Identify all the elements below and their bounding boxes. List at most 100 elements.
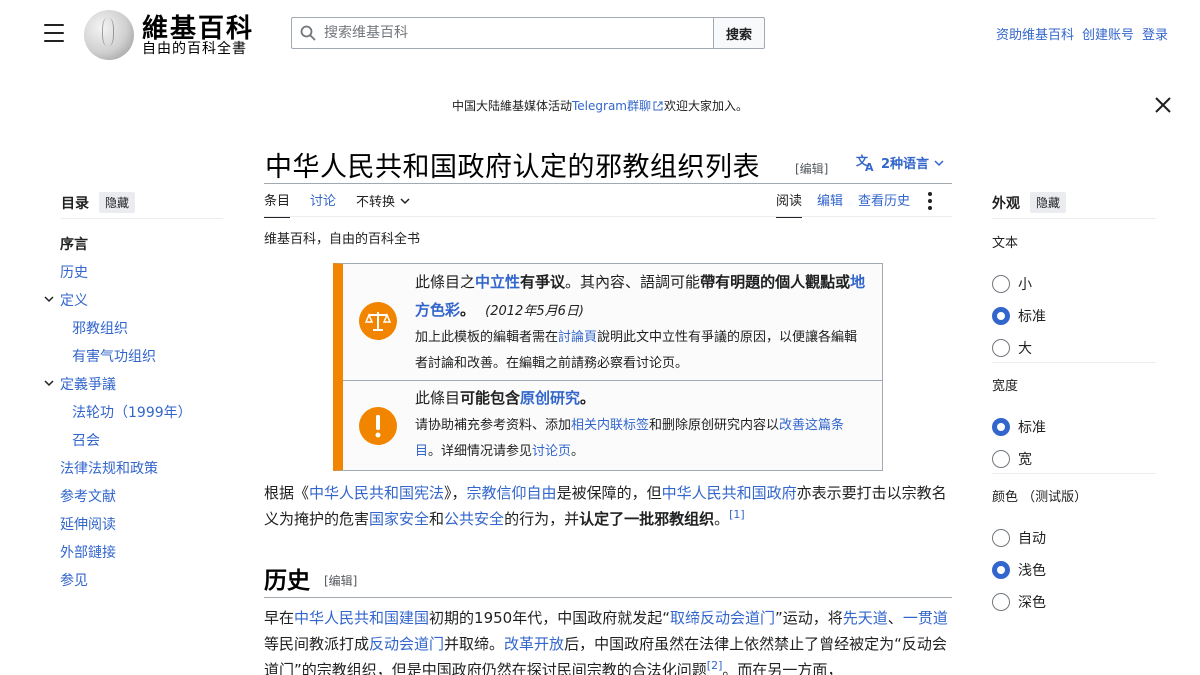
title-divider <box>264 183 952 184</box>
toc-item[interactable]: 参见 <box>44 566 234 594</box>
section-edit-link[interactable]: [编辑] <box>324 572 357 589</box>
title-edit-link[interactable]: [编辑] <box>795 160 828 177</box>
toc-item[interactable]: 邪教组织 <box>44 314 234 342</box>
search-box[interactable] <box>291 17 714 49</box>
radio-button[interactable] <box>992 561 1010 579</box>
main-menu-button[interactable] <box>44 24 64 42</box>
scales-icon <box>359 302 397 340</box>
reference-link[interactable]: [1] <box>729 508 745 521</box>
login-link[interactable]: 登录 <box>1142 24 1168 43</box>
radio-option[interactable]: 自动 <box>992 522 1046 554</box>
chevron-down-icon[interactable] <box>44 378 54 388</box>
tab-edit[interactable]: 编辑 <box>817 190 843 216</box>
body-text: 。 <box>714 510 730 528</box>
notice-text: 。其內容、語調可能 <box>565 273 701 291</box>
translate-icon: 文 A <box>856 154 874 172</box>
toc-item[interactable]: 延伸阅读 <box>44 510 234 538</box>
close-icon[interactable] <box>1153 95 1173 115</box>
talk-page-link[interactable]: 討論頁 <box>558 330 597 345</box>
radio-button[interactable] <box>992 339 1010 357</box>
yiguandao-link[interactable]: 一贯道 <box>903 609 948 627</box>
original-research-text: 此條目可能包含原创研究。 请协助補充参考资料、添加相关内联标签和删除原创研究内容… <box>415 385 870 465</box>
reactionary-sects-link[interactable]: 反动会道门 <box>369 635 444 653</box>
chevron-down-icon[interactable] <box>44 294 54 304</box>
appearance-separator <box>992 362 1156 363</box>
search-button[interactable]: 搜索 <box>713 17 765 49</box>
talk-page-link[interactable]: 讨论页 <box>532 444 571 459</box>
national-security-link[interactable]: 国家安全 <box>369 510 429 528</box>
toc-item[interactable]: 定义 <box>44 286 234 314</box>
donate-link[interactable]: 资助维基百科 <box>996 24 1074 43</box>
site-notice-banner: 中国大陆維基媒体活动Telegram群聊 欢迎大家加入。 <box>0 97 1200 114</box>
toc-item[interactable]: 法律法规和政策 <box>44 454 234 482</box>
notice-small: 。详细情况请参见 <box>428 444 533 459</box>
toc-hide-button[interactable]: 隐藏 <box>99 192 136 213</box>
message-box: 此條目之中立性有爭议。其內容、語調可能帶有明題的個人觀點或地方色彩。 (2012… <box>333 263 883 471</box>
tab-article[interactable]: 条目 <box>264 190 291 218</box>
reference-link[interactable]: [2] <box>707 659 723 672</box>
notice-small: 加上此模板的編輯者需在 <box>415 330 559 345</box>
text-size-label: 文本 <box>992 236 1019 251</box>
variant-dropdown[interactable]: 不转换 <box>356 190 410 218</box>
body-text: ”运动，将 <box>775 609 843 627</box>
search-input[interactable] <box>324 25 694 41</box>
toc-header: 目录 隐藏 <box>61 192 136 213</box>
religious-freedom-link[interactable]: 宗教信仰自由 <box>467 484 557 502</box>
neutrality-link[interactable]: 中立性 <box>475 273 520 291</box>
radio-option[interactable]: 深色 <box>992 586 1046 618</box>
radio-option[interactable]: 大 <box>992 332 1046 364</box>
radio-button[interactable] <box>992 275 1010 293</box>
tab-talk[interactable]: 讨论 <box>310 190 336 218</box>
constitution-link[interactable]: 中华人民共和国宪法 <box>309 484 444 502</box>
radio-label: 浅色 <box>1018 563 1046 579</box>
radio-option[interactable]: 标准 <box>992 300 1046 332</box>
toc-item-label: 召会 <box>72 433 100 449</box>
radio-option[interactable]: 浅色 <box>992 554 1046 586</box>
toc-item[interactable]: 序言 <box>44 230 234 258</box>
xiantiandao-link[interactable]: 先天道 <box>843 609 888 627</box>
reform-opening-link[interactable]: 改革开放 <box>504 635 564 653</box>
banner-telegram-link[interactable]: Telegram群聊 <box>572 99 651 113</box>
inline-tags-link[interactable]: 相关内联标签 <box>571 418 649 433</box>
radio-button[interactable] <box>992 418 1010 436</box>
toc-item[interactable]: 有害气功组织 <box>44 342 234 370</box>
body-text: 根据《 <box>264 484 310 502</box>
radio-option[interactable]: 标准 <box>992 411 1046 443</box>
toc-item[interactable]: 定義爭議 <box>44 370 234 398</box>
tabs-divider <box>264 216 952 217</box>
history-paragraph: 早在中华人民共和国建国初期的1950年代，中国政府就发起“取缔反动会道门”运动，… <box>264 605 954 675</box>
toc-title: 目录 <box>61 195 89 212</box>
prc-founding-link[interactable]: 中华人民共和国建国 <box>294 609 429 627</box>
toc-divider <box>61 218 223 219</box>
radio-button[interactable] <box>992 307 1010 325</box>
radio-option[interactable]: 小 <box>992 268 1046 300</box>
toc-item[interactable]: 外部鏈接 <box>44 538 234 566</box>
public-security-link[interactable]: 公共安全 <box>444 510 504 528</box>
appearance-hide-button[interactable]: 隐藏 <box>1030 192 1067 213</box>
tab-read[interactable]: 阅读 <box>776 190 803 218</box>
page-title: 中华人民共和国政府认定的邪教组织列表 <box>265 152 760 183</box>
body-text: 》， <box>444 484 467 502</box>
chevron-down-icon <box>934 159 944 166</box>
body-text: 初期的1950年代，中国政府就发起“ <box>429 609 670 627</box>
wikipedia-globe-logo[interactable] <box>84 10 134 60</box>
create-account-link[interactable]: 创建账号 <box>1082 24 1134 43</box>
radio-label: 小 <box>1018 277 1032 293</box>
original-research-link[interactable]: 原创研究 <box>520 389 580 407</box>
tab-history[interactable]: 查看历史 <box>858 190 910 216</box>
prc-government-link[interactable]: 中华人民共和国政府 <box>662 484 797 502</box>
toc-item[interactable]: 召会 <box>44 426 234 454</box>
radio-option[interactable]: 宽 <box>992 443 1046 475</box>
radio-button[interactable] <box>992 450 1010 468</box>
more-tools-icon[interactable] <box>925 190 935 210</box>
toc-item[interactable]: 历史 <box>44 258 234 286</box>
radio-button[interactable] <box>992 593 1010 611</box>
external-link-icon <box>653 101 663 111</box>
suppression-campaign-link[interactable]: 取缔反动会道门 <box>670 609 775 627</box>
radio-label: 标准 <box>1018 420 1046 436</box>
language-button[interactable]: 文 A 2种语言 <box>856 153 944 172</box>
radio-button[interactable] <box>992 529 1010 547</box>
hamburger-line <box>44 24 64 26</box>
toc-item[interactable]: 法轮功（1999年） <box>44 398 234 426</box>
toc-item[interactable]: 参考文献 <box>44 482 234 510</box>
